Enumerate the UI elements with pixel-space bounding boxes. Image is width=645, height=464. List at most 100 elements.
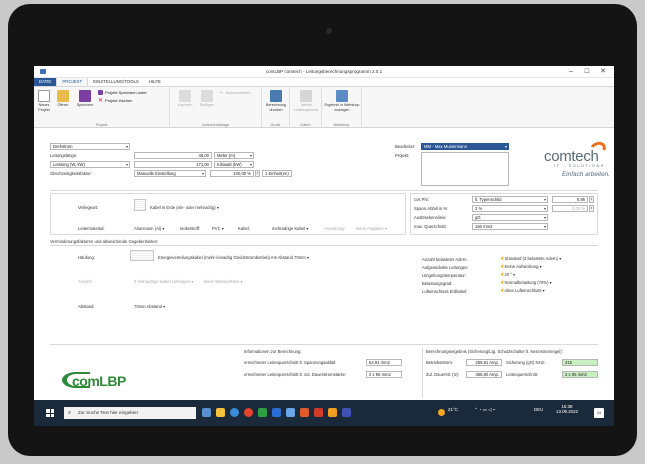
ribbon-group-druck: Berechnung drucken Druck: [262, 87, 290, 128]
belast-select[interactable]: ★Normalbelastung (70%) ▾: [500, 280, 552, 286]
gleich-spinner[interactable]: ⇕: [255, 170, 260, 177]
task-view-icon[interactable]: [202, 408, 211, 417]
acrobat-icon[interactable]: [314, 408, 323, 417]
table-icon: [300, 90, 312, 102]
temp-select[interactable]: ★20 ° ▾: [500, 272, 515, 278]
windows-start-icon[interactable]: [46, 409, 54, 417]
excel-icon[interactable]: [258, 408, 267, 417]
camera: [326, 28, 332, 34]
belastete-select[interactable]: ★Standard (3 belastete Adern) ▾: [500, 256, 561, 262]
search-icon: ⌕: [68, 410, 72, 416]
store-icon[interactable]: [286, 408, 295, 417]
screen: comLBP comtech - Leitungsberechnungsprog…: [34, 66, 614, 426]
abstand-label: Abstand:: [78, 304, 95, 309]
max-querschnitt-select[interactable]: 150 mm2 ▾: [472, 223, 548, 230]
req1-label: erreichneter Leiterquerschnitt lt. Spann…: [244, 360, 337, 365]
spann-input[interactable]: 3,00 %: [552, 205, 588, 212]
haeufung-label: Häufung:: [78, 255, 95, 260]
anzahl-extra-select[interactable]: keine Wärme/Kreis ▾: [204, 279, 243, 284]
print-button[interactable]: Berechnung drucken: [264, 90, 288, 112]
leitungslaenge-input[interactable]: 45,00: [134, 152, 212, 159]
betrieb-label: Betriebsstrom:: [426, 360, 453, 365]
word-icon[interactable]: [272, 408, 281, 417]
powerpoint-icon[interactable]: [300, 408, 309, 417]
tray-icons[interactable]: ⌃ ◔ ▭ ◁ ⌁: [474, 407, 495, 413]
save-button[interactable]: Speichern: [74, 90, 96, 108]
tabelle-button[interactable]: Tabelle Leistungswerte: [292, 90, 320, 112]
leistung-input[interactable]: 171,00: [134, 161, 212, 168]
main-content: Drehstrom ▾ Leitungslänge: 45,00 Meter (m…: [34, 130, 614, 400]
cosphi-mode-select[interactable]: lt. Typenschild ▾: [472, 196, 548, 203]
isolierstoff-select[interactable]: PVC ▾: [212, 226, 224, 231]
close-button[interactable]: ✕: [596, 67, 610, 77]
webshop-button[interactable]: Ergebnis in Webshop anzeigen: [324, 90, 360, 112]
tab-hilfe[interactable]: HILFE: [144, 78, 166, 86]
ribbon-group-clipboard: Kopieren Einfügen ✂ Ausschneiden Zwische…: [170, 87, 262, 128]
gleich-value-input[interactable]: 100,00 %: [210, 170, 254, 177]
leitermaterial-select[interactable]: Aluminium (Al) ▾: [134, 226, 165, 231]
delete-icon: ✕: [98, 98, 104, 104]
kabel-select[interactable]: mehradrige Kabel ▾: [272, 226, 308, 231]
outlook-icon[interactable]: [328, 408, 337, 417]
cosphi-spinner[interactable]: ⇕: [589, 196, 594, 203]
anordnung-select[interactable]: keine Angaben ▾: [356, 226, 387, 231]
delete-project-button[interactable]: ✕ Projekt löschen: [98, 97, 132, 104]
taskbar-search-input[interactable]: ⌕ Zur Suche Text hier eingeben: [64, 407, 196, 419]
copy-button[interactable]: Kopieren: [176, 90, 194, 108]
einheiten-input[interactable]: 1 Einheit(en): [262, 170, 292, 177]
paste-icon: [201, 90, 213, 102]
save-as-button[interactable]: Projekt Speichern unter: [98, 90, 147, 95]
leistung-unit-select[interactable]: Kilowatt (kW) ▾: [214, 161, 254, 168]
comlbp-logo-text: comLBP: [72, 373, 126, 389]
weather-temp[interactable]: 21°C: [448, 407, 458, 412]
projekt-input[interactable]: [421, 152, 509, 186]
chrome-icon[interactable]: [244, 408, 253, 417]
ausloese-select[interactable]: gG ▾: [472, 214, 548, 221]
printer-icon: [270, 90, 282, 102]
spann-select[interactable]: 3 % ▾: [472, 205, 548, 212]
aufwick-select[interactable]: ★Keine Aufwicklung ▾: [500, 264, 542, 270]
netz-select[interactable]: Drehstrom ▾: [50, 143, 130, 150]
tab-datei[interactable]: DATEI: [34, 78, 57, 86]
luft-select[interactable]: ★ohne Lufteinschluss ▾: [500, 288, 545, 294]
minimize-button[interactable]: –: [564, 67, 578, 77]
open-button[interactable]: Öffnen: [54, 90, 72, 108]
ribbon-tabs: DATEI PROJEKT EINSTELLUNG/TOOLS HILFE: [34, 77, 614, 87]
save-as-icon: [98, 90, 103, 95]
leiter-value: 2 x 95 mm2: [562, 371, 598, 378]
gleich-mode-select[interactable]: Manuelle Einstellung ▾: [134, 170, 206, 177]
window-title: comLBP comtech - Leitungsberechnungsprog…: [265, 69, 383, 74]
anzahl-select[interactable]: 2 mehradrige Kabel Leitungen ▾: [134, 279, 193, 284]
cut-button[interactable]: ✂ Ausschneiden: [220, 90, 251, 95]
cosphi-input[interactable]: 0,95: [552, 196, 588, 203]
bearbeiter-select[interactable]: MM - Max Mustermann ▾: [421, 143, 509, 150]
dauer-value: 368,80 Amp.: [466, 371, 502, 378]
reduction-title: Verminderungsfaktoren und abweichende Ge…: [50, 239, 159, 244]
leiter-label: Leiterquerschnitt:: [506, 372, 539, 377]
chevron-down-icon: ▾: [249, 162, 252, 167]
file-explorer-icon[interactable]: [216, 408, 225, 417]
info-title: Informationen zur Berechnung:: [244, 349, 302, 354]
edge-icon[interactable]: [230, 408, 239, 417]
req1-value: 54,91 mm2: [366, 359, 402, 366]
leistung-type-select[interactable]: Leistung (W, kW) ▾: [50, 161, 130, 168]
clock[interactable]: 15:38 13.09.2022: [556, 404, 578, 414]
tab-einstellung[interactable]: EINSTELLUNG/TOOLS: [88, 78, 144, 86]
chevron-down-icon: ▾: [543, 215, 546, 220]
tab-projekt[interactable]: PROJEKT: [56, 77, 89, 86]
divider: [50, 190, 598, 191]
belastete-label: Anzahl belasteter Adern:: [422, 257, 468, 262]
new-project-button[interactable]: Neues Projekt: [36, 90, 52, 112]
paste-button[interactable]: Einfügen: [198, 90, 216, 108]
haeufung-select[interactable]: Energieverteilungskabel (mehr-/einadrig …: [158, 255, 309, 260]
maximize-button[interactable]: ☐: [580, 67, 594, 77]
spann-spinner[interactable]: ⇕: [589, 205, 594, 212]
abstand-select[interactable]: 70mm Abstand ▾: [134, 304, 165, 309]
verlegeart-select[interactable]: Kabel in Erde (ein- oder mehradrig) ▾: [150, 205, 219, 210]
notification-icon[interactable]: 24: [594, 408, 604, 418]
spann-label: Spann.Abfall in %:: [414, 206, 449, 211]
language-indicator[interactable]: DEU: [534, 407, 543, 412]
teams-icon[interactable]: [342, 408, 351, 417]
chevron-down-icon: ▾: [125, 144, 128, 149]
leitungslaenge-unit-select[interactable]: Meter (m) ▾: [214, 152, 254, 159]
